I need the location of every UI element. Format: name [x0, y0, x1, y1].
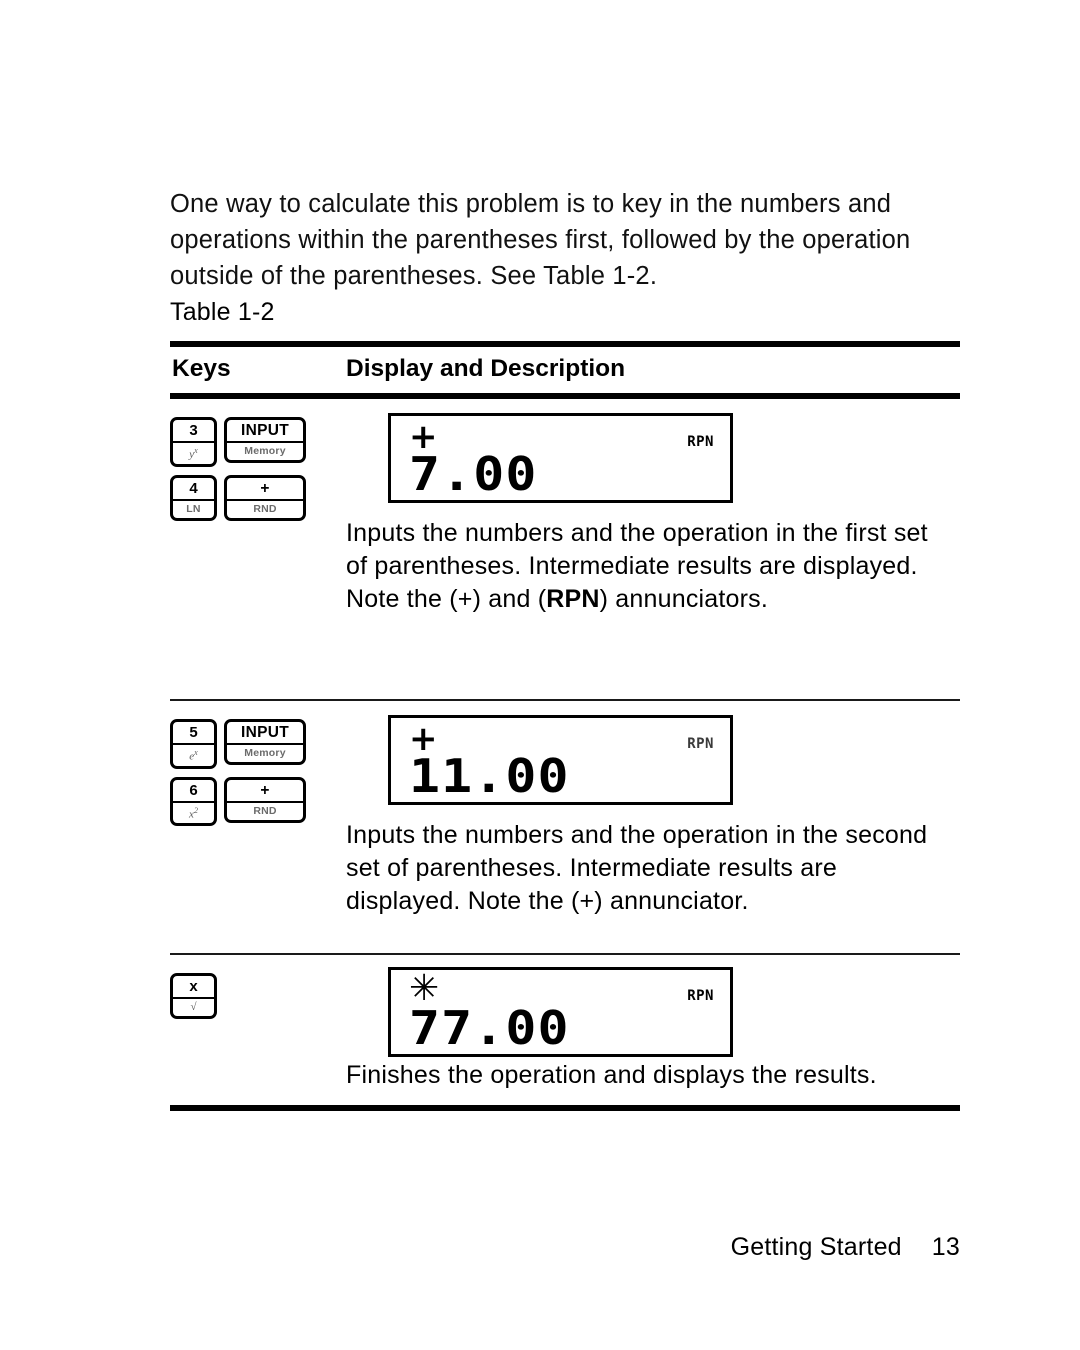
- table-caption: Table 1-2: [170, 298, 275, 326]
- calculator-key-6[interactable]: 6 x2: [170, 776, 217, 827]
- row-description: Finishes the operation and displays the …: [346, 1061, 877, 1089]
- table-rows-container: 3 yx INPUT Memory 4 LN + RND + RPN 7.00 Inputs the …: [170, 399, 960, 1105]
- calculator-key-[interactable]: + RND: [224, 474, 306, 521]
- footer-page-number: 13: [931, 1233, 960, 1261]
- key-shifted-exponent: x: [194, 748, 198, 757]
- key-primary-label: 3: [173, 420, 214, 443]
- rpn-annunciator: RPN: [687, 736, 714, 752]
- key-primary-label: 4: [173, 478, 214, 501]
- calculator-lcd-display: + RPN 11.00: [388, 715, 733, 805]
- rpn-annunciator: RPN: [687, 434, 714, 450]
- calculator-lcd-display: + RPN 7.00: [388, 413, 733, 503]
- page-footer: Getting Started 13: [170, 1233, 960, 1262]
- keys-display-table: Keys Display and Description 3 yx INPUT Mem…: [170, 341, 960, 1111]
- column-header-display: Display and Description: [346, 355, 626, 382]
- key-shifted-label: ex: [173, 745, 214, 766]
- manual-page: One way to calculate this problem is to …: [0, 0, 1080, 1350]
- key-primary-label: INPUT: [227, 722, 303, 745]
- key-shifted-label: LN: [186, 502, 201, 515]
- calculator-key-[interactable]: + RND: [224, 776, 306, 823]
- rpn-annunciator: RPN: [687, 988, 714, 1004]
- key-shifted-exponent: x: [194, 446, 198, 455]
- calculator-key-5[interactable]: 5 ex: [170, 719, 217, 769]
- row-description: Inputs the numbers and the operation in …: [346, 519, 928, 613]
- key-row: 4 LN + RND: [170, 474, 340, 521]
- calculator-key-x[interactable]: x √: [170, 973, 217, 1019]
- key-row: 3 yx INPUT Memory: [170, 417, 340, 467]
- column-header-keys: Keys: [172, 355, 231, 382]
- table-row: 5 ex INPUT Memory 6 x2 + RND + RPN 11.00 Inputs the…: [170, 701, 960, 955]
- calculator-key-3[interactable]: 3 yx: [170, 417, 217, 467]
- key-sequence: 5 ex INPUT Memory 6 x2 + RND: [170, 719, 340, 834]
- table-row: 3 yx INPUT Memory 4 LN + RND + RPN 7.00 Inputs the …: [170, 399, 960, 701]
- calculator-lcd-display: ✳ RPN 77.00: [388, 967, 733, 1057]
- key-primary-label: INPUT: [227, 420, 303, 443]
- key-primary-label: +: [227, 780, 303, 803]
- table-row: x √ ✳ RPN 77.00 Finishes the operation and di…: [170, 955, 960, 1105]
- row-description: Inputs the numbers and the operation in …: [346, 821, 928, 915]
- key-shifted-label: √: [190, 1001, 197, 1013]
- table-row-content: 5 ex INPUT Memory 6 x2 + RND + RPN 11.00 Inputs the…: [170, 701, 960, 953]
- key-shifted-label: yx: [173, 443, 214, 464]
- key-sequence: x √: [170, 973, 340, 1027]
- key-sequence: 3 yx INPUT Memory 4 LN + RND: [170, 417, 340, 529]
- table-row-content: 3 yx INPUT Memory 4 LN + RND + RPN 7.00 Inputs the …: [170, 399, 960, 699]
- key-row: x √: [170, 973, 340, 1019]
- key-shifted-label: RND: [253, 804, 277, 817]
- lcd-value: 7.00: [409, 447, 538, 501]
- calculator-key-input[interactable]: INPUT Memory: [224, 417, 306, 463]
- calculator-key-input[interactable]: INPUT Memory: [224, 719, 306, 765]
- key-primary-label: x: [173, 976, 214, 999]
- key-primary-label: 6: [173, 780, 214, 803]
- key-shifted-exponent: 2: [193, 805, 198, 815]
- lcd-value: 11.00: [409, 749, 570, 803]
- key-shifted-label: x2: [173, 803, 214, 824]
- key-shifted-label: RND: [253, 502, 277, 515]
- table-row-content: x √ ✳ RPN 77.00 Finishes the operation and di…: [170, 955, 960, 1105]
- intro-paragraph: One way to calculate this problem is to …: [170, 189, 911, 290]
- key-row: 5 ex INPUT Memory: [170, 719, 340, 769]
- table-bottom-rule: [170, 1105, 960, 1111]
- calculator-key-4[interactable]: 4 LN: [170, 474, 217, 521]
- multiply-annunciator-icon: ✳: [409, 968, 440, 1009]
- key-primary-label: 5: [173, 722, 214, 745]
- key-row: 6 x2 + RND: [170, 776, 340, 827]
- footer-section-label: Getting Started: [730, 1233, 902, 1261]
- key-shifted-label: Memory: [244, 445, 286, 457]
- key-primary-label: +: [227, 478, 303, 501]
- lcd-value: 77.00: [409, 1001, 570, 1055]
- key-shifted-label: Memory: [244, 747, 286, 759]
- table-header-row: Keys Display and Description: [170, 347, 960, 393]
